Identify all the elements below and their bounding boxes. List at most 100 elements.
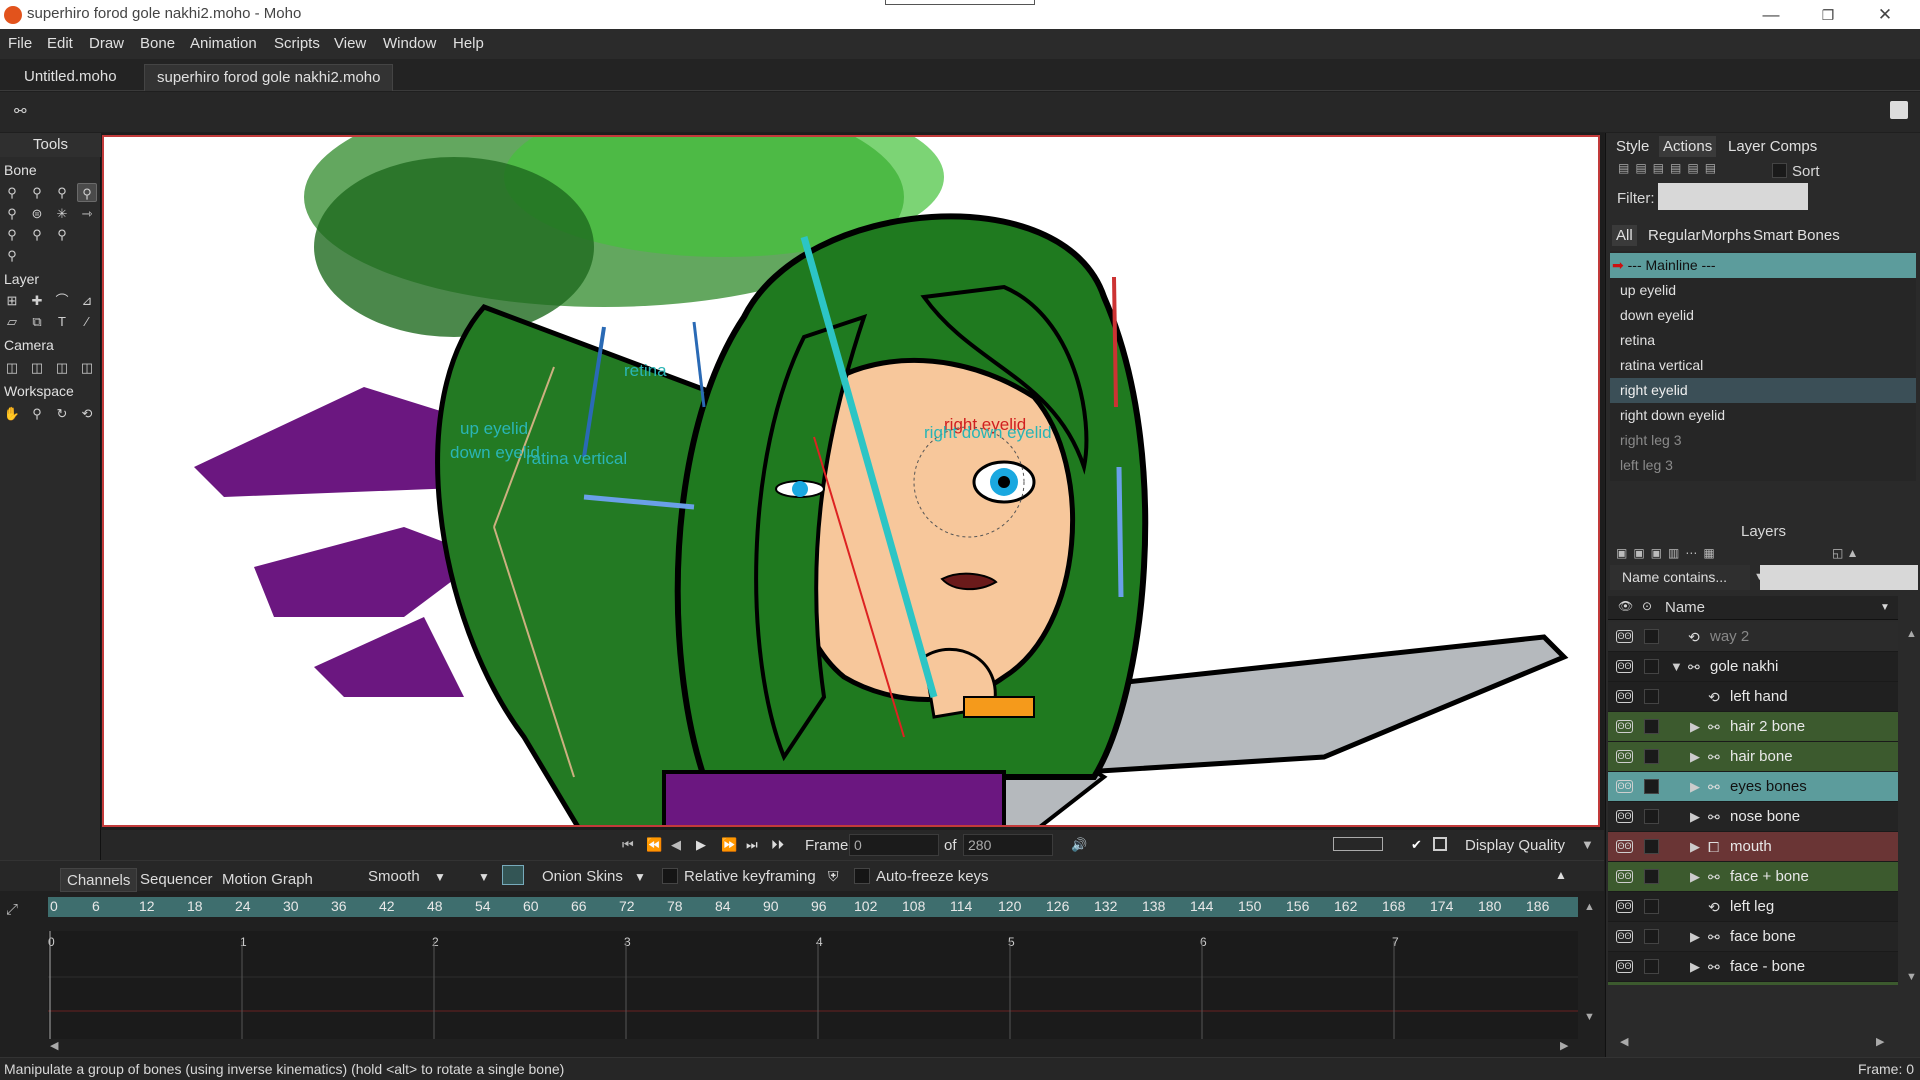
name-filter-select[interactable]: Name contains... <box>1610 565 1750 590</box>
layer-visibility-icon[interactable]: ʘʘ <box>1616 900 1633 913</box>
menu-view[interactable]: View <box>334 35 366 52</box>
collapse-up-icon[interactable]: ▲ <box>1555 868 1567 882</box>
display-quality-dropdown-icon[interactable]: ▼ <box>1581 837 1594 852</box>
layer-lock-checkbox[interactable] <box>1644 959 1659 974</box>
hand-icon[interactable]: ✋ <box>2 404 22 423</box>
particle-layer-icon[interactable]: ⧉ <box>27 312 47 331</box>
scroll-up-icon[interactable]: ▲ <box>1584 901 1595 913</box>
roll-camera-icon[interactable]: ◫ <box>52 358 72 377</box>
menu-help[interactable]: Help <box>453 35 484 52</box>
layer-lock-checkbox[interactable] <box>1644 779 1659 794</box>
layer-lock-checkbox[interactable] <box>1644 689 1659 704</box>
play-icon[interactable]: ▶ <box>696 837 706 853</box>
menu-window[interactable]: Window <box>383 35 436 52</box>
layer-lock-checkbox[interactable] <box>1644 869 1659 884</box>
rotate-layer-xy-icon[interactable]: ⌒ <box>52 291 72 310</box>
action-ratina-vertical[interactable]: ratina vertical <box>1610 353 1916 378</box>
menu-file[interactable]: File <box>8 35 32 52</box>
keyframe-options-dropdown-icon[interactable]: ▼ <box>478 870 490 884</box>
auto-freeze-checkbox[interactable] <box>854 868 870 884</box>
tab-superhiro[interactable]: superhiro forod gole nakhi2.moho <box>144 64 394 91</box>
layer-lock-checkbox[interactable] <box>1644 629 1659 644</box>
layer-panel-menu-icon[interactable]: ◱ ▲ <box>1832 546 1859 560</box>
menu-animation[interactable]: Animation <box>190 35 257 52</box>
layers-scroll-up-icon[interactable]: ▲ <box>1906 628 1917 640</box>
frame-toggle-icon[interactable] <box>1433 837 1447 851</box>
layer-lock-checkbox[interactable] <box>1644 899 1659 914</box>
step-forward-icon[interactable]: ⏩ <box>721 837 737 853</box>
reparent-bone-icon[interactable]: ⚲ <box>52 183 72 202</box>
layer-lock-checkbox[interactable] <box>1644 839 1659 854</box>
step-back-icon[interactable]: ◀ <box>671 837 681 853</box>
action-left-leg-3[interactable]: left leg 3 <box>1610 453 1916 478</box>
tab-untitled[interactable]: Untitled.moho <box>12 64 129 91</box>
layers-scroll-left-icon[interactable]: ◀ <box>1620 1035 1628 1048</box>
bone-constraint-icon[interactable]: ⚲ <box>2 246 22 265</box>
tab-sequencer[interactable]: Sequencer <box>134 868 219 892</box>
eyedropper-icon[interactable]: ⁄ <box>77 312 97 331</box>
layer-lock-checkbox[interactable] <box>1644 719 1659 734</box>
onion-skins-dropdown-icon[interactable]: ▼ <box>634 870 646 884</box>
menu-draw[interactable]: Draw <box>89 35 124 52</box>
layer-visibility-icon[interactable]: ʘʘ <box>1616 930 1633 943</box>
channel-tracks[interactable]: 0 1 2 3 4 5 6 7 <box>48 931 1578 1039</box>
rotate-workspace-icon[interactable]: ↻ <box>52 404 72 423</box>
offset-bone-icon[interactable]: ⊜ <box>27 204 47 223</box>
transform-bone-icon[interactable]: ✳ <box>52 204 72 223</box>
layer-row[interactable]: ʘʘ ▶ ⚯ face + bone <box>1608 862 1898 892</box>
bone-physics-icon[interactable]: ⚲ <box>27 225 47 244</box>
tab-actions[interactable]: Actions <box>1659 136 1717 157</box>
shear-layer-icon[interactable]: ⊿ <box>77 291 97 310</box>
onion-skins-label[interactable]: Onion Skins <box>542 868 623 885</box>
expand-toggle-icon[interactable]: ▶ <box>1690 742 1700 772</box>
document-canvas[interactable]: retina up eyelid down eyelid ratina vert… <box>102 135 1600 827</box>
layer-visibility-icon[interactable]: ʘʘ <box>1616 720 1633 733</box>
layer-visibility-icon[interactable]: ʘʘ <box>1616 960 1633 973</box>
fast-forward-icon[interactable]: ⏵⏵ <box>771 837 784 853</box>
transform-layer-icon[interactable]: ✚ <box>27 291 47 310</box>
layers-scroll-down-icon[interactable]: ▼ <box>1906 971 1917 983</box>
menu-edit[interactable]: Edit <box>47 35 73 52</box>
action-tab-regular[interactable]: Regular <box>1644 225 1705 246</box>
layer-row[interactable]: ʘʘ ▶ ⚯ face - bone <box>1608 952 1898 982</box>
action-right-down-eyelid[interactable]: right down eyelid <box>1610 403 1916 428</box>
layer-row[interactable]: ʘʘ⟲right leg <box>1608 982 1898 985</box>
onion-skin-icon[interactable] <box>502 865 524 885</box>
action-tools-icons[interactable]: ▤▤▤▤▤▤ <box>1618 161 1722 175</box>
expand-toggle-icon[interactable]: ▶ <box>1690 772 1700 802</box>
interpolation-select[interactable]: Smooth <box>368 868 420 885</box>
zoom-icon[interactable]: ⚲ <box>27 404 47 423</box>
action-mainline[interactable]: ➡ --- Mainline --- <box>1610 253 1916 278</box>
layer-row[interactable]: ʘʘ ▼ ⚯ gole nakhi <box>1608 652 1898 682</box>
layer-row[interactable]: ʘʘ ▶ ⚯ nose bone <box>1608 802 1898 832</box>
layer-visibility-icon[interactable]: ʘʘ <box>1616 750 1633 763</box>
layer-row[interactable]: ʘʘ ▶ ⧠ mouth <box>1608 832 1898 862</box>
scroll-left-icon[interactable]: ◀ <box>50 1039 58 1052</box>
step-back-key-icon[interactable]: ⏪ <box>646 837 662 853</box>
sort-checkbox[interactable] <box>1772 163 1787 178</box>
bind-layer-icon[interactable]: ⇾ <box>77 204 97 223</box>
layer-row[interactable]: ʘʘ ⟲ way 2 <box>1608 622 1898 652</box>
expand-toggle-icon[interactable]: ▶ <box>1690 802 1700 832</box>
rewind-icon[interactable]: ⏮ <box>622 837 634 853</box>
expand-toggle-icon[interactable]: ▶ <box>1690 922 1700 952</box>
volume-icon[interactable]: 🔊 <box>1071 837 1087 853</box>
layer-row[interactable]: ʘʘ ⟲ left hand <box>1608 682 1898 712</box>
switch-layer-icon[interactable]: ▱ <box>2 312 22 331</box>
layer-lock-checkbox[interactable] <box>1644 659 1659 674</box>
layer-visibility-icon[interactable]: ʘʘ <box>1616 780 1633 793</box>
expand-icon[interactable]: ⤢ <box>6 901 18 918</box>
bone-strength-icon[interactable]: ⚲ <box>2 204 22 223</box>
name-filter-input[interactable] <box>1760 565 1918 590</box>
add-bone-icon[interactable]: ⚲ <box>27 183 47 202</box>
layer-visibility-icon[interactable]: ʘʘ <box>1616 630 1633 643</box>
layer-visibility-icon[interactable]: ʘʘ <box>1616 870 1633 883</box>
layer-visibility-icon[interactable]: ʘʘ <box>1616 690 1633 703</box>
check-icon[interactable]: ✔ <box>1411 837 1422 853</box>
select-bone-icon[interactable]: ⚲ <box>2 183 22 202</box>
expand-toggle-icon[interactable]: ▶ <box>1690 712 1700 742</box>
layer-lock-checkbox[interactable] <box>1644 809 1659 824</box>
layer-lock-checkbox[interactable] <box>1644 929 1659 944</box>
layer-row[interactable]: ʘʘ ⟲ left leg <box>1608 892 1898 922</box>
manipulate-bones-icon[interactable]: ⚲ <box>77 183 97 202</box>
